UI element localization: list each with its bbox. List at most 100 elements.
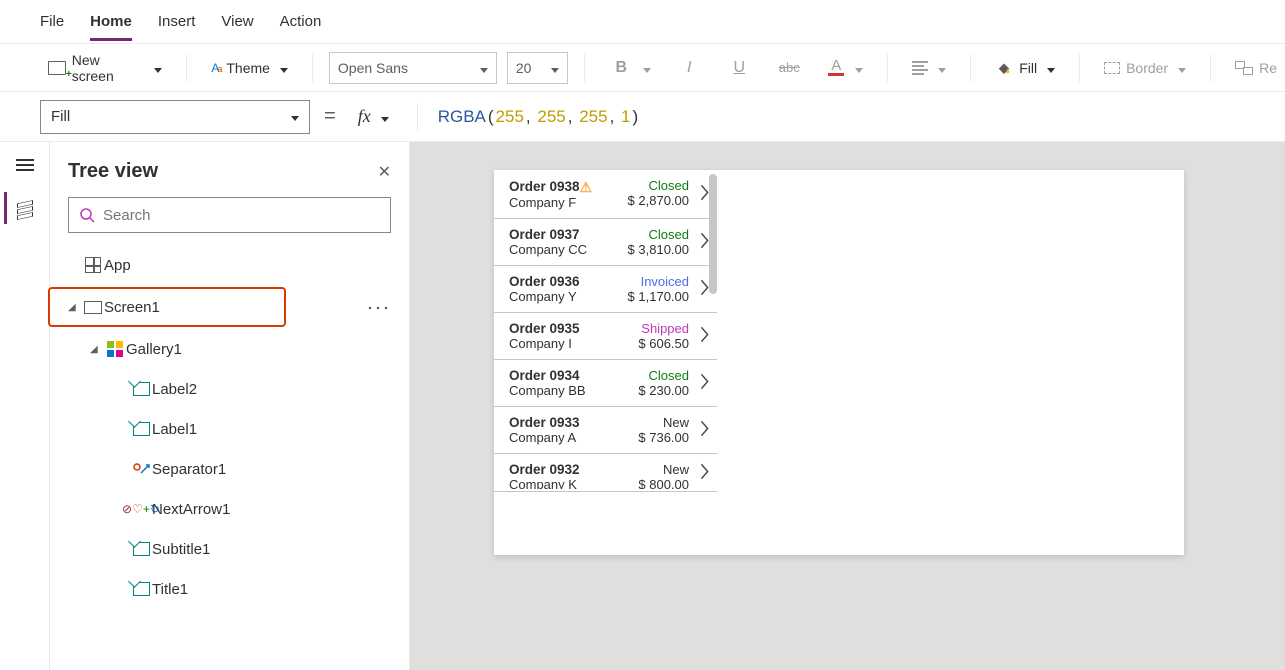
chevron-right-icon[interactable]: [699, 279, 711, 300]
property-selector[interactable]: Fill: [40, 100, 310, 134]
formula-fn: RGBA: [438, 107, 486, 127]
order-title: Order 0933: [509, 415, 619, 430]
chevron-down-icon: [1043, 60, 1055, 76]
layers-icon: [17, 200, 35, 216]
tree-node-app[interactable]: App: [50, 245, 409, 285]
bold-icon: B: [609, 59, 633, 77]
amount-label: $ 736.00: [619, 430, 689, 445]
gallery-item[interactable]: Order 0933Company ANew$ 736.00: [494, 407, 717, 454]
tree-search[interactable]: [68, 197, 391, 233]
tree-node-gallery1[interactable]: ◢ Gallery1: [50, 329, 409, 369]
chevron-right-icon[interactable]: [699, 184, 711, 205]
order-title: Order 0935: [509, 321, 619, 336]
underline-button[interactable]: U: [719, 52, 759, 84]
warning-icon: ⚠: [580, 179, 593, 196]
chevron-right-icon[interactable]: [699, 420, 711, 441]
canvas[interactable]: Order 0938⚠Company FClosed$ 2,870.00Orde…: [410, 142, 1285, 670]
font-color-button[interactable]: A: [819, 52, 871, 84]
divider: [1079, 54, 1080, 82]
tab-home[interactable]: Home: [90, 3, 132, 41]
gallery-item[interactable]: Order 0932Company KNew$ 800.00: [494, 454, 717, 492]
chevron-down-icon: [377, 109, 389, 125]
gallery-item[interactable]: Order 0934Company BBClosed$ 230.00: [494, 360, 717, 407]
border-label: Border: [1126, 60, 1168, 76]
tree-node-subtitle1[interactable]: Subtitle1: [50, 529, 409, 569]
node-more-button[interactable]: ···: [349, 285, 409, 329]
label-icon: [130, 582, 152, 596]
status-label: Shipped: [619, 321, 689, 336]
amount-label: $ 3,810.00: [619, 242, 689, 257]
tree-node-label1[interactable]: Label1: [50, 409, 409, 449]
font-name-combo[interactable]: Open Sans: [329, 52, 497, 84]
tab-insert[interactable]: Insert: [158, 3, 196, 41]
order-title: Order 0934: [509, 368, 619, 383]
nextarrow-icon: ⊘♡+↻: [130, 505, 152, 513]
tree-node-nextarrow1[interactable]: ⊘♡+↻ NextArrow1: [50, 489, 409, 529]
new-screen-icon: [48, 61, 66, 75]
tree-node-screen1[interactable]: ◢ Screen1: [48, 287, 286, 327]
fill-icon: [995, 59, 1013, 77]
company-subtitle: Company F: [509, 195, 619, 210]
company-subtitle: Company A: [509, 430, 619, 445]
amount-label: $ 606.50: [619, 336, 689, 351]
order-title: Order 0937: [509, 227, 619, 242]
screen-icon: [82, 301, 104, 314]
company-subtitle: Company CC: [509, 242, 619, 257]
caret-down-icon[interactable]: ◢: [90, 344, 104, 355]
font-size-combo[interactable]: 20: [507, 52, 568, 84]
reorder-button[interactable]: Re: [1227, 52, 1285, 84]
reorder-label: Re: [1259, 60, 1277, 76]
strikethrough-icon: abc: [777, 60, 801, 75]
strikethrough-button[interactable]: abc: [769, 52, 809, 84]
close-icon[interactable]: ✕: [378, 162, 391, 182]
gallery-item[interactable]: Order 0935Company IShipped$ 606.50: [494, 313, 717, 360]
border-button[interactable]: Border: [1096, 52, 1194, 84]
tree-panel: Tree view ✕ App ◢ Screen1 ··· ◢ Gallery1: [50, 142, 410, 670]
chevron-right-icon[interactable]: [699, 232, 711, 253]
property-value: Fill: [51, 108, 70, 125]
status-label: New: [619, 415, 689, 430]
left-rail: [0, 142, 50, 670]
divider: [312, 54, 313, 82]
tree-node-title1[interactable]: Title1: [50, 569, 409, 609]
theme-button[interactable]: Aa Theme: [203, 52, 296, 84]
chevron-right-icon[interactable]: [699, 462, 711, 483]
tree-node-label2[interactable]: Label2: [50, 369, 409, 409]
status-label: Invoiced: [619, 274, 689, 289]
fill-button[interactable]: Fill: [987, 52, 1063, 84]
align-button[interactable]: [904, 52, 954, 84]
fx-button[interactable]: fx: [350, 101, 397, 133]
main: Tree view ✕ App ◢ Screen1 ··· ◢ Gallery1: [0, 142, 1285, 670]
caret-down-icon[interactable]: ◢: [68, 302, 82, 313]
gallery-item[interactable]: Order 0937Company CCClosed$ 3,810.00: [494, 219, 717, 266]
chevron-right-icon[interactable]: [699, 373, 711, 394]
italic-button[interactable]: I: [669, 52, 709, 84]
tree-view-rail-button[interactable]: [4, 192, 46, 224]
italic-icon: I: [677, 59, 701, 77]
theme-icon: Aa: [211, 61, 220, 75]
hamburger-button[interactable]: [16, 156, 34, 174]
gallery-item[interactable]: Order 0938⚠Company FClosed$ 2,870.00: [494, 170, 717, 219]
formula-input[interactable]: RGBA(255, 255, 255, 1): [438, 107, 638, 127]
order-title: Order 0932: [509, 462, 619, 477]
screen-preview[interactable]: Order 0938⚠Company FClosed$ 2,870.00Orde…: [494, 170, 1184, 555]
gallery-item[interactable]: Order 0936Company YInvoiced$ 1,170.00: [494, 266, 717, 313]
bold-button[interactable]: B: [601, 52, 659, 84]
separator-icon: [130, 462, 152, 476]
new-screen-button[interactable]: New screen: [40, 52, 170, 84]
tab-action[interactable]: Action: [280, 3, 322, 41]
tab-view[interactable]: View: [221, 3, 253, 41]
divider: [1210, 54, 1211, 82]
tab-file[interactable]: File: [40, 3, 64, 41]
chevron-down-icon: [934, 60, 946, 76]
company-subtitle: Company K: [509, 477, 619, 489]
chevron-right-icon[interactable]: [699, 326, 711, 347]
search-input[interactable]: [103, 207, 380, 224]
gallery-control[interactable]: Order 0938⚠Company FClosed$ 2,870.00Orde…: [494, 170, 717, 555]
status-label: New: [619, 462, 689, 477]
ribbon: New screen Aa Theme Open Sans 20 B I U a…: [0, 44, 1285, 92]
divider: [186, 54, 187, 82]
tree-node-separator1[interactable]: Separator1: [50, 449, 409, 489]
amount-label: $ 2,870.00: [619, 193, 689, 208]
underline-icon: U: [727, 59, 751, 77]
